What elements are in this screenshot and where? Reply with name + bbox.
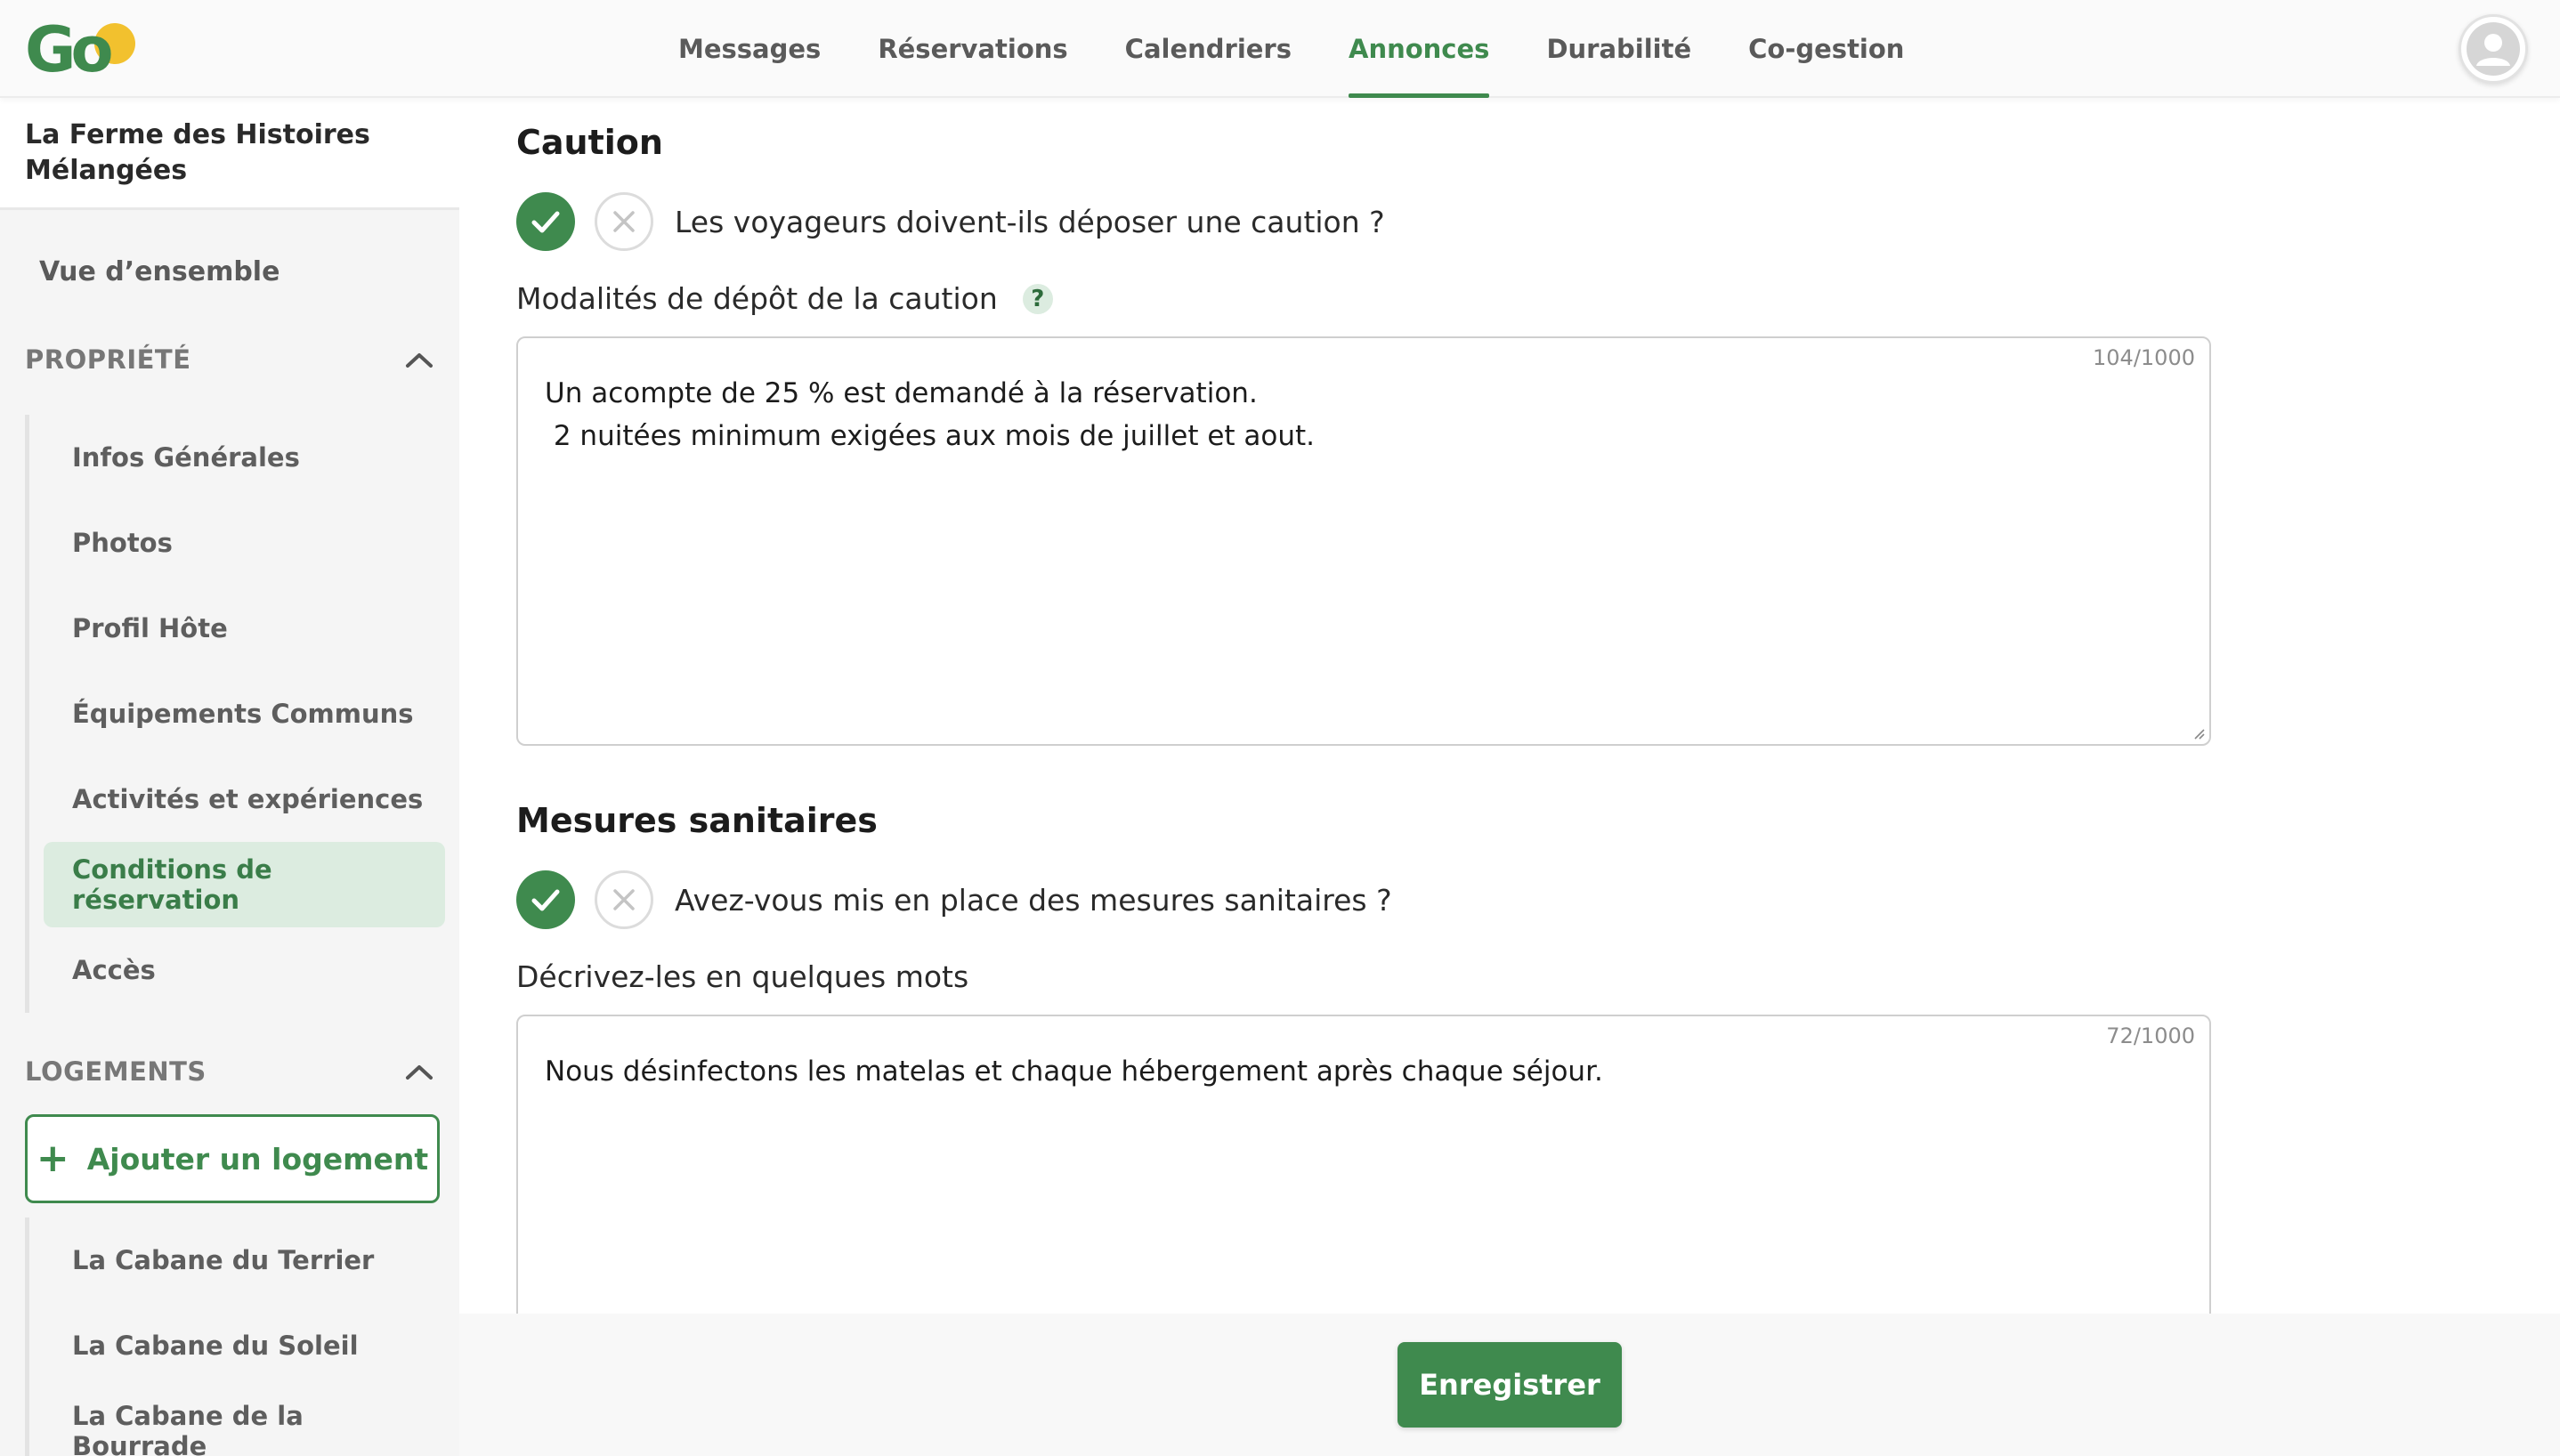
deposit-terms-label: Modalités de dépôt de la caution ?	[516, 281, 1053, 316]
sidebar-item-activities[interactable]: Activités et expériences	[29, 756, 445, 842]
save-bar: Enregistrer	[459, 1314, 2560, 1456]
property-header: La Ferme des Histoires Mélangées	[0, 98, 459, 210]
user-avatar-button[interactable]	[2459, 14, 2528, 84]
property-section-label: PROPRIÉTÉ	[25, 344, 191, 375]
nav-listings[interactable]: Annonces	[1349, 0, 1490, 98]
sidebar-item-common-amenities[interactable]: Équipements Communs	[29, 671, 445, 756]
close-icon	[613, 211, 635, 232]
nav-co-management[interactable]: Co-gestion	[1748, 0, 1904, 98]
chevron-up-icon	[406, 353, 433, 368]
deposit-question: Les voyageurs doivent-ils déposer une ca…	[675, 204, 1385, 239]
lodging-section-header[interactable]: LOGEMENTS	[25, 1054, 434, 1089]
sidebar-item-host-profile[interactable]: Profil Hôte	[29, 586, 445, 671]
main-nav: Messages Réservations Calendriers Annonc…	[678, 0, 1961, 98]
chevron-up-icon	[406, 1065, 433, 1080]
main-content: Caution Les voyageurs doivent-ils dépose…	[459, 98, 2560, 1456]
check-icon	[531, 211, 560, 233]
sidebar-item-lodging[interactable]: La Cabane de la Bourrade	[29, 1388, 445, 1456]
sanitary-description-label-text: Décrivez-les en quelques mots	[516, 959, 969, 994]
sidebar-item-overview[interactable]: Vue d’ensemble	[39, 256, 279, 287]
sanitary-description-label: Décrivez-les en quelques mots	[516, 959, 968, 994]
sidebar-item-photos[interactable]: Photos	[29, 500, 445, 586]
deposit-section-title: Caution	[516, 123, 663, 162]
sidebar-item-lodging[interactable]: La Cabane du Terrier	[29, 1217, 445, 1303]
sidebar-item-lodging[interactable]: La Cabane du Soleil	[29, 1303, 445, 1388]
property-section-header[interactable]: PROPRIÉTÉ	[25, 342, 434, 377]
deposit-yes-button[interactable]	[516, 192, 575, 251]
deposit-terms-label-text: Modalités de dépôt de la caution	[516, 281, 998, 316]
deposit-char-counter: 104/1000	[2093, 345, 2195, 370]
sanitary-question: Avez-vous mis en place des mesures sanit…	[675, 882, 1392, 918]
sanitary-char-counter: 72/1000	[2106, 1023, 2195, 1048]
top-navigation-bar: Go Messages Réservations Calendriers Ann…	[0, 0, 2560, 98]
plus-icon: +	[36, 1136, 69, 1181]
user-icon	[2467, 22, 2520, 76]
sidebar-item-general-info[interactable]: Infos Générales	[29, 415, 445, 500]
sidebar-item-booking-conditions[interactable]: Conditions de réservation	[44, 842, 445, 927]
lodging-section-label: LOGEMENTS	[25, 1056, 207, 1087]
deposit-terms-textarea-box: 104/1000 Un acompte de 25 % est demandé …	[516, 336, 2211, 746]
sanitary-yes-button[interactable]	[516, 870, 575, 929]
resize-handle-icon[interactable]	[2191, 726, 2206, 740]
deposit-no-button[interactable]	[595, 192, 653, 251]
add-lodging-label: Ajouter un logement	[86, 1141, 429, 1177]
logo-wordmark: Go	[25, 13, 114, 86]
deposit-terms-textarea[interactable]: Un acompte de 25 % est demandé à la rése…	[545, 372, 2183, 710]
sanitary-section-title: Mesures sanitaires	[516, 801, 878, 840]
sidebar: La Ferme des Histoires Mélangées Vue d’e…	[0, 98, 459, 1456]
sidebar-item-access[interactable]: Accès	[29, 927, 445, 1013]
nav-sustainability[interactable]: Durabilité	[1546, 0, 1691, 98]
check-icon	[531, 889, 560, 911]
save-button[interactable]: Enregistrer	[1397, 1342, 1622, 1428]
nav-calendars[interactable]: Calendriers	[1125, 0, 1292, 98]
deposit-yes-no-toggle: Les voyageurs doivent-ils déposer une ca…	[516, 192, 1385, 251]
close-icon	[613, 889, 635, 910]
sanitary-yes-no-toggle: Avez-vous mis en place des mesures sanit…	[516, 870, 1392, 929]
nav-messages[interactable]: Messages	[678, 0, 821, 98]
add-lodging-button[interactable]: + Ajouter un logement	[25, 1114, 440, 1203]
sanitary-no-button[interactable]	[595, 870, 653, 929]
nav-reservations[interactable]: Réservations	[878, 0, 1067, 98]
help-icon[interactable]: ?	[1022, 283, 1053, 314]
property-name: La Ferme des Histoires Mélangées	[25, 119, 370, 186]
lodging-subnav: La Cabane du Terrier La Cabane du Soleil…	[25, 1217, 445, 1456]
property-subnav: Infos Générales Photos Profil Hôte Équip…	[25, 415, 445, 1013]
go-logo[interactable]: Go	[25, 14, 135, 85]
